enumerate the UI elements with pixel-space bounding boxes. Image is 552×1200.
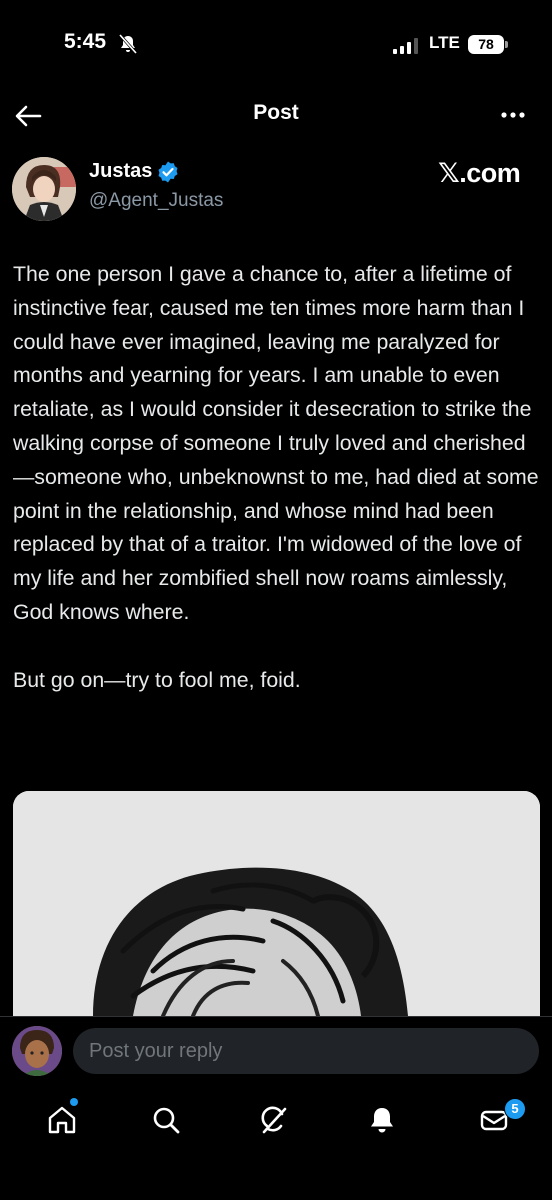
battery-indicator: 78 bbox=[468, 35, 504, 54]
author-avatar[interactable] bbox=[12, 157, 76, 221]
tab-home[interactable] bbox=[42, 1100, 82, 1140]
signal-icon bbox=[393, 38, 418, 54]
home-notification-dot bbox=[70, 1098, 78, 1106]
messages-badge: 5 bbox=[504, 1098, 526, 1120]
verified-badge-icon bbox=[158, 161, 178, 183]
avatar-illustration bbox=[12, 157, 76, 221]
post-image[interactable] bbox=[13, 791, 540, 1016]
x-com-watermark: 𝕏.com bbox=[438, 158, 521, 188]
page-title: Post bbox=[253, 101, 299, 124]
notifications-icon bbox=[371, 1108, 393, 1133]
user-avatar[interactable] bbox=[12, 1026, 62, 1076]
tab-notifications[interactable] bbox=[362, 1100, 402, 1140]
home-icon bbox=[48, 1106, 76, 1134]
post-text: The one person I gave a chance to, after… bbox=[13, 262, 539, 692]
bell-slash-icon bbox=[118, 34, 138, 54]
battery-tip bbox=[505, 41, 508, 48]
network-label: LTE bbox=[429, 33, 460, 52]
sketch-illustration bbox=[13, 791, 540, 1016]
search-icon bbox=[153, 1107, 180, 1134]
user-avatar-illustration bbox=[12, 1026, 62, 1076]
status-time: 5:45 bbox=[64, 30, 107, 53]
tab-grok[interactable] bbox=[254, 1100, 294, 1140]
more-options-icon[interactable] bbox=[498, 103, 528, 127]
tab-search[interactable] bbox=[146, 1100, 186, 1140]
grok-icon bbox=[261, 1106, 287, 1134]
reply-input[interactable] bbox=[73, 1028, 539, 1074]
author-handle[interactable]: @Agent_Justas bbox=[89, 190, 223, 212]
author-name[interactable]: Justas bbox=[89, 160, 152, 183]
